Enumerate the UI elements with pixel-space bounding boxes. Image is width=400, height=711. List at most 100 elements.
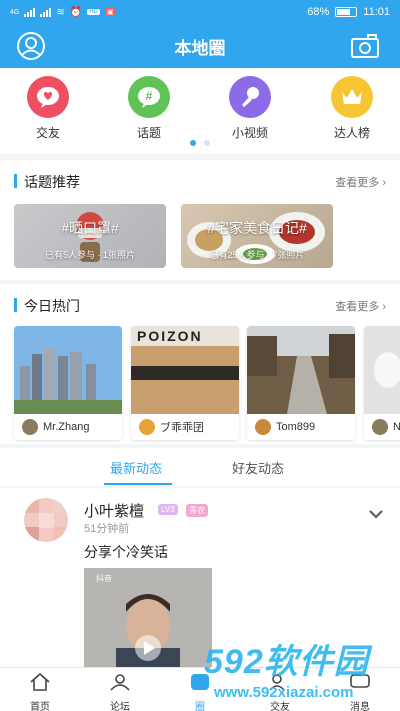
feed-tabs: 最新动态 好友动态	[0, 448, 400, 486]
hot-more-link[interactable]: 查看更多 ›	[335, 298, 386, 314]
topic-name: #晒口罩#	[61, 220, 119, 236]
username: N	[393, 421, 400, 433]
tab-friends[interactable]: 好友动态	[232, 458, 284, 477]
section-accent-bar	[14, 174, 17, 188]
hot-card[interactable]: Tom899	[247, 326, 355, 440]
battery-icon	[335, 7, 358, 17]
svg-text:#: #	[146, 89, 153, 103]
topic-card[interactable]: #晒口罩# 已有5人参与 · 1张照片	[14, 204, 166, 268]
avatar	[139, 419, 155, 435]
level-badge: LV3	[158, 504, 178, 515]
user-icon	[17, 32, 45, 60]
tab-latest[interactable]: 最新动态	[110, 458, 162, 477]
post-content: 分享个冷笑话	[84, 544, 168, 560]
topic-meta: 已有5人参与 · 1张照片	[44, 250, 135, 260]
battery-percent: 68%	[307, 6, 330, 18]
category-short-video[interactable]: 小视频	[215, 76, 285, 141]
alarm-icon: ⏰	[69, 6, 83, 18]
watermark-url: www.592xiazai.com	[214, 684, 354, 701]
username: Tom899	[276, 421, 316, 433]
topics-header: 话题推荐 查看更多 ›	[0, 160, 400, 200]
status-right: 68% 11:01	[307, 6, 390, 18]
hot-card-user: N	[372, 419, 400, 435]
avatar	[372, 419, 388, 435]
username: Mr.Zhang	[43, 421, 90, 433]
post-options-button[interactable]	[368, 506, 384, 524]
hot-card-user: Mr.Zhang	[22, 419, 89, 435]
hot-card[interactable]: Mr.Zhang	[14, 326, 122, 440]
hot-card-user: ブ乖乖囝	[139, 419, 204, 435]
post-time: 51分钟前	[84, 523, 130, 535]
hot-card[interactable]: N	[364, 326, 400, 440]
hashtag-icon: #	[128, 76, 170, 118]
nav-forum[interactable]: 论坛	[92, 672, 148, 711]
microphone-icon	[229, 76, 271, 118]
category-leaderboard[interactable]: 达人榜	[317, 76, 387, 141]
watermark-logo: 592软件园	[204, 643, 369, 681]
signal-icon	[24, 7, 36, 17]
username: ブ乖乖囝	[160, 422, 204, 434]
topics-section: 话题推荐 查看更多 › #晒口罩# 已有5人参与 · 1张照片 #宅家美食日记#…	[0, 160, 400, 280]
hot-section: 今日热门 查看更多 › Mr.Zhang POIZON ブ乖乖囝 Tom899 …	[0, 284, 400, 444]
signal-icon-2	[40, 7, 52, 17]
heart-chat-icon	[27, 76, 69, 118]
top-header: 本地圈	[0, 24, 400, 68]
active-tab-underline	[104, 483, 172, 485]
interior-image	[364, 326, 400, 414]
topic-name: #宅家美食日记#	[207, 220, 307, 236]
wifi-icon: ≋	[56, 6, 65, 18]
indicator-dot-active	[190, 140, 196, 146]
category-row: 交友 # 话题 小视频 达人榜	[0, 68, 400, 154]
box-brand-text: POIZON	[137, 328, 203, 344]
more-label: 查看更多	[335, 177, 380, 189]
post-video[interactable]: 抖音	[84, 568, 212, 668]
page-indicator	[0, 140, 400, 146]
status-left: 4G ≋ ⏰ HD ▣	[10, 6, 116, 18]
topics-more-link[interactable]: 查看更多 ›	[335, 174, 386, 190]
post-username[interactable]: 小叶紫檀	[84, 500, 144, 521]
video-brand: 抖音	[96, 574, 112, 583]
avatar	[22, 419, 38, 435]
camera-button[interactable]	[350, 31, 380, 61]
section-title: 今日热门	[24, 298, 80, 314]
nav-home[interactable]: 首页	[12, 672, 68, 711]
category-topics[interactable]: # 话题	[114, 76, 184, 141]
camera-icon	[351, 34, 379, 58]
notification-icon: ▣	[104, 8, 116, 16]
category-label: 话题	[136, 126, 161, 140]
category-label: 达人榜	[333, 126, 370, 140]
hot-header: 今日热门 查看更多 ›	[0, 284, 400, 324]
home-icon	[30, 672, 50, 691]
chevron-down-icon	[369, 510, 383, 519]
app-root: 4G ≋ ⏰ HD ▣ 68% 11:01 本地圈 交友 # 话题 小视频 达人…	[0, 0, 400, 711]
stairs-image	[247, 326, 355, 414]
page-title: 本地圈	[174, 38, 226, 58]
hot-card-user: Tom899	[255, 419, 315, 435]
topic-meta: 已有25人参与 · 7张照片	[209, 250, 305, 260]
city-skyline-image	[14, 326, 122, 414]
category-dating[interactable]: 交友	[13, 76, 83, 141]
tag-badge: 青农	[186, 504, 208, 517]
profile-button[interactable]	[16, 31, 46, 61]
carrier-label: 4G	[10, 8, 20, 16]
more-label: 查看更多	[335, 301, 380, 313]
site-watermark: 592软件园 www.592xiazai.com	[200, 634, 400, 711]
section-title: 话题推荐	[24, 174, 80, 190]
topic-card[interactable]: #宅家美食日记# 已有25人参与 · 7张照片	[181, 204, 333, 268]
crown-icon	[331, 76, 373, 118]
chevron-right-icon: ›	[382, 177, 386, 189]
nav-label: 首页	[30, 702, 50, 711]
category-label: 交友	[35, 126, 60, 140]
avatar[interactable]	[24, 498, 68, 542]
indicator-dot	[204, 140, 210, 146]
section-accent-bar	[14, 298, 17, 312]
nav-label: 论坛	[110, 702, 130, 711]
hd-badge: HD	[87, 9, 100, 15]
hot-card[interactable]: POIZON ブ乖乖囝	[131, 326, 239, 440]
clock: 11:01	[363, 6, 390, 18]
chevron-right-icon: ›	[382, 301, 386, 313]
category-label: 小视频	[231, 126, 268, 140]
forum-icon	[110, 674, 130, 691]
status-bar: 4G ≋ ⏰ HD ▣ 68% 11:01	[0, 0, 400, 24]
avatar	[255, 419, 271, 435]
